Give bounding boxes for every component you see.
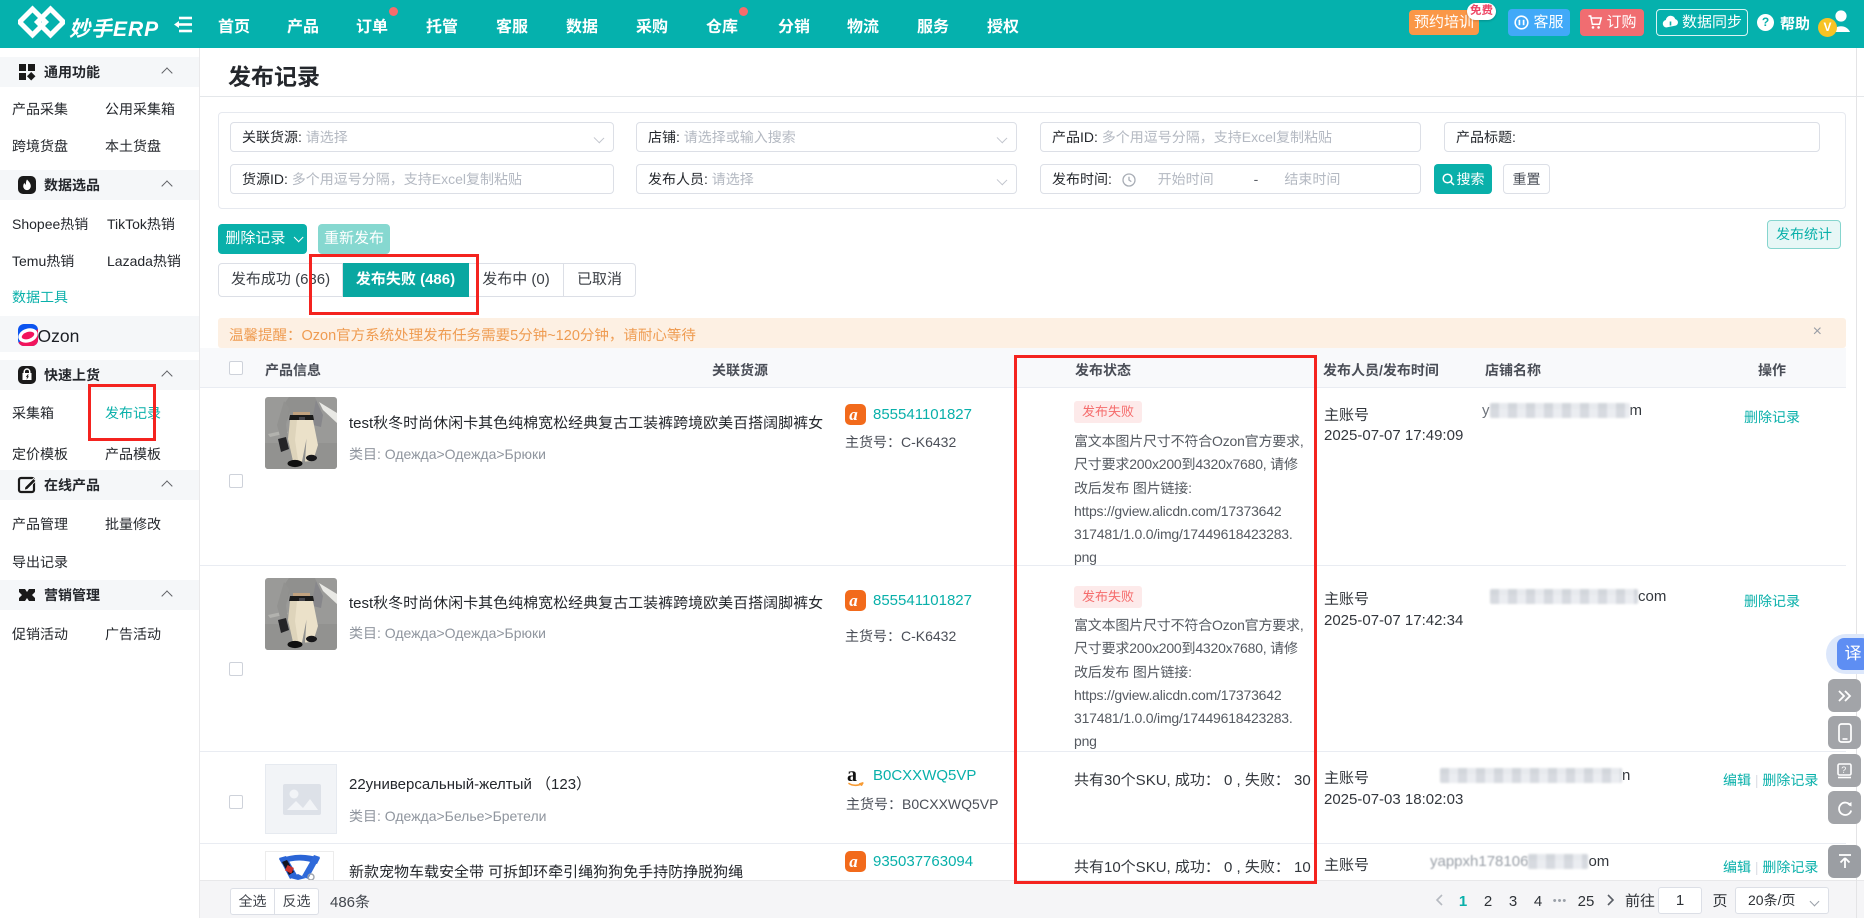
svg-text:a: a xyxy=(847,765,857,786)
svg-text:?: ? xyxy=(1841,765,1846,775)
svg-text:a: a xyxy=(849,591,858,610)
svg-text:a: a xyxy=(849,852,858,871)
svg-text:a: a xyxy=(849,405,858,424)
